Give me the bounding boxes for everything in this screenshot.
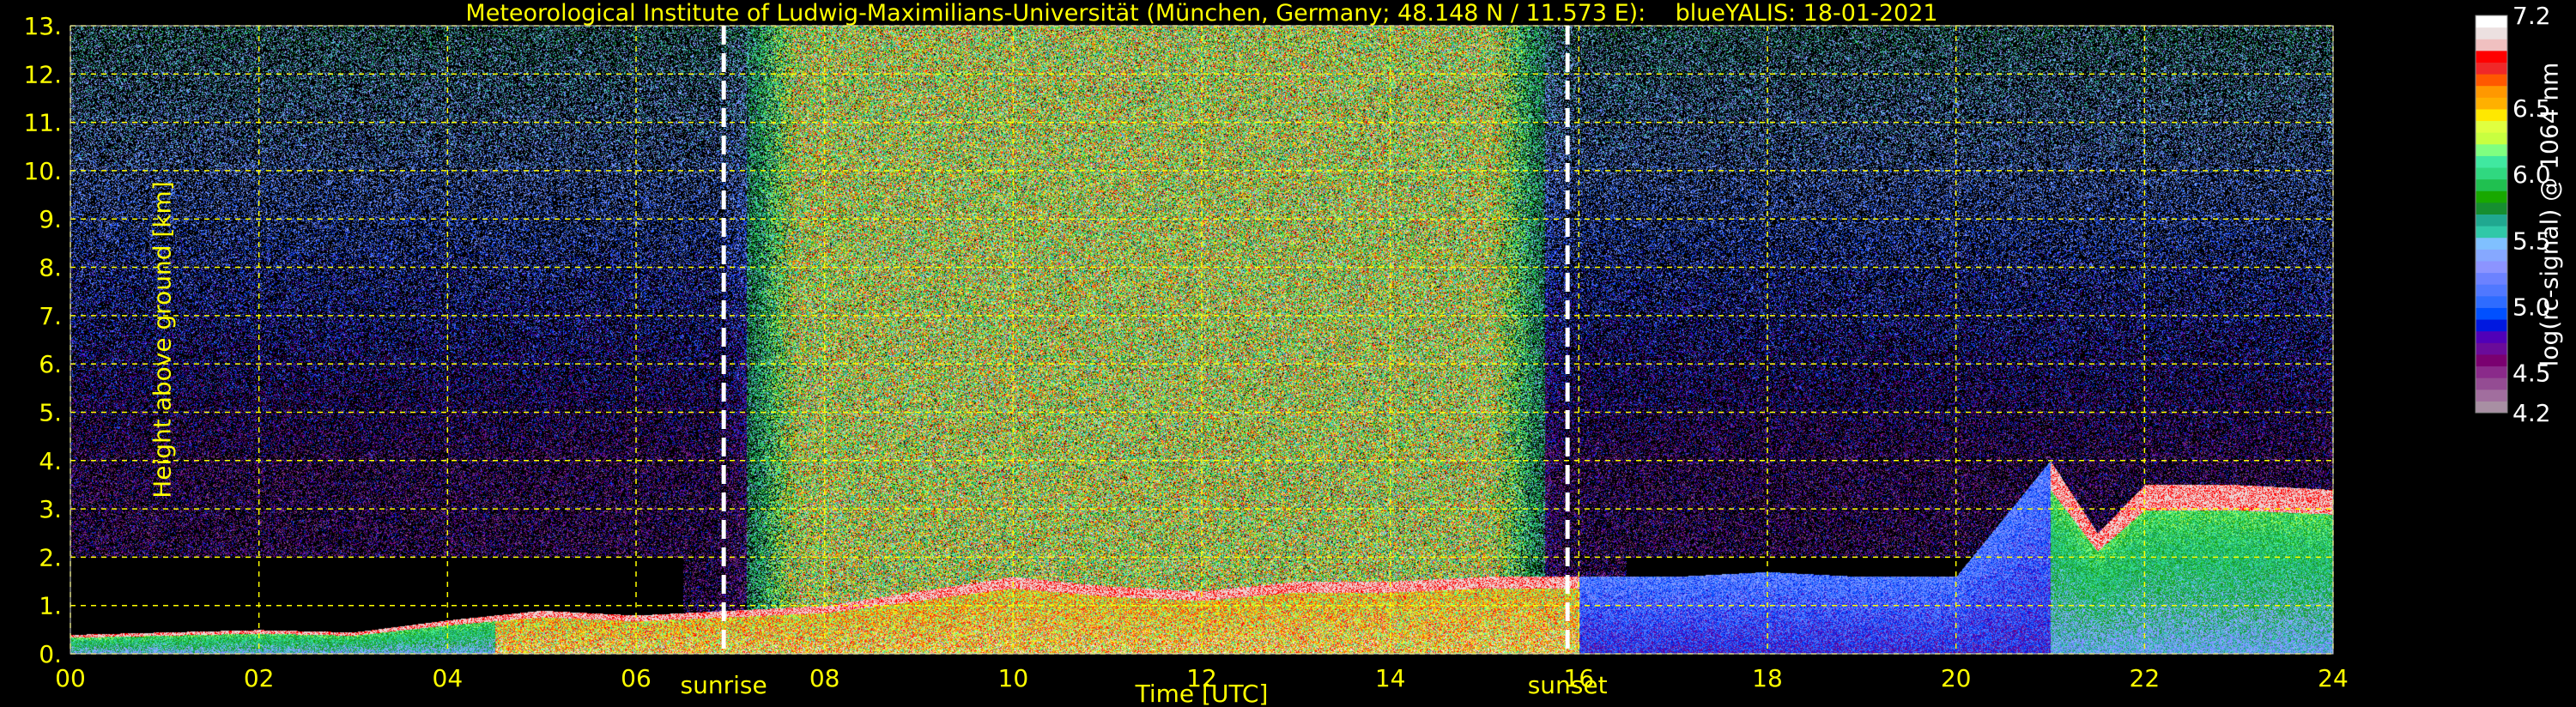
- colorbar-segment: [2476, 342, 2507, 354]
- x-tick-label: 02: [244, 664, 275, 692]
- chart-axes: 00 02 04 06 08 10 12 14 16 18 20 22 240.1.2.3.4.5.6.…: [0, 0, 2576, 707]
- colorbar-segment: [2476, 249, 2507, 261]
- colorbar-segment: [2476, 167, 2507, 179]
- sunset-label: sunset: [1528, 671, 1608, 699]
- colorbar-segment: [2476, 226, 2507, 238]
- colorbar-segment: [2476, 401, 2507, 413]
- y-tick-label: 2.: [39, 543, 62, 571]
- x-tick-label: 14: [1375, 664, 1406, 692]
- y-tick-label: 8.: [39, 254, 62, 282]
- colorbar-segment: [2476, 144, 2507, 156]
- x-tick-label: 20: [1941, 664, 1972, 692]
- x-tick-label: 18: [1752, 664, 1783, 692]
- y-tick-label: 9.: [39, 205, 62, 233]
- y-tick-label: 7.: [39, 302, 62, 330]
- x-tick-label: 24: [2318, 664, 2349, 692]
- y-tick-label: 1.: [39, 592, 62, 620]
- y-tick-label: 0.: [39, 640, 62, 668]
- y-tick-label: 13.: [23, 12, 62, 40]
- x-tick-label: 22: [2130, 664, 2161, 692]
- colorbar-segment: [2476, 39, 2507, 51]
- x-tick-label: 10: [998, 664, 1029, 692]
- y-tick-label: 5.: [39, 398, 62, 426]
- colorbar-segment: [2476, 215, 2507, 227]
- y-tick-label: 3.: [39, 495, 62, 523]
- colorbar-segment: [2476, 378, 2507, 390]
- colorbar-segment: [2476, 190, 2507, 202]
- colorbar-segment: [2476, 51, 2507, 63]
- colorbar-segment: [2476, 155, 2507, 167]
- colorbar-segment: [2476, 273, 2507, 285]
- colorbar-segment: [2476, 121, 2507, 133]
- y-tick-label: 6.: [39, 350, 62, 378]
- colorbar-segment: [2476, 109, 2507, 121]
- colorbar-label: log(rc-signal) @ 1064 nm: [2536, 63, 2564, 367]
- x-tick-label: 06: [621, 664, 652, 692]
- colorbar-segment: [2476, 331, 2507, 343]
- colorbar-segment: [2476, 62, 2507, 74]
- colorbar-segment: [2476, 74, 2507, 86]
- x-tick-label: 08: [809, 664, 840, 692]
- y-tick-label: 12.: [23, 60, 62, 88]
- colorbar-segment: [2476, 390, 2507, 402]
- sunrise-label: sunrise: [681, 671, 767, 699]
- colorbar-segment: [2476, 132, 2507, 144]
- colorbar-segment: [2476, 284, 2507, 296]
- x-axis-label: Time [UTC]: [1135, 680, 1269, 707]
- colorbar-segment: [2476, 202, 2507, 215]
- colorbar-segment: [2476, 97, 2507, 109]
- colorbar-segment: [2476, 27, 2507, 39]
- y-tick-label: 10.: [23, 157, 62, 185]
- colorbar-tick-label: 4.2: [2512, 399, 2551, 427]
- y-tick-label: 11.: [23, 109, 62, 137]
- colorbar-segment: [2476, 86, 2507, 98]
- colorbar-segment: [2476, 307, 2507, 319]
- y-axis-label: Height above ground [km]: [148, 181, 176, 499]
- colorbar-segment: [2476, 179, 2507, 191]
- colorbar-segment: [2476, 319, 2507, 331]
- colorbar-segment: [2476, 238, 2507, 250]
- colorbar-segment: [2476, 261, 2507, 273]
- colorbar-segment: [2476, 366, 2507, 378]
- x-tick-label: 04: [433, 664, 464, 692]
- y-tick-label: 4.: [39, 447, 62, 475]
- colorbar-segment: [2476, 296, 2507, 308]
- colorbar-segment: [2476, 15, 2507, 27]
- colorbar-tick-label: 7.2: [2512, 2, 2551, 30]
- colorbar-segment: [2476, 354, 2507, 366]
